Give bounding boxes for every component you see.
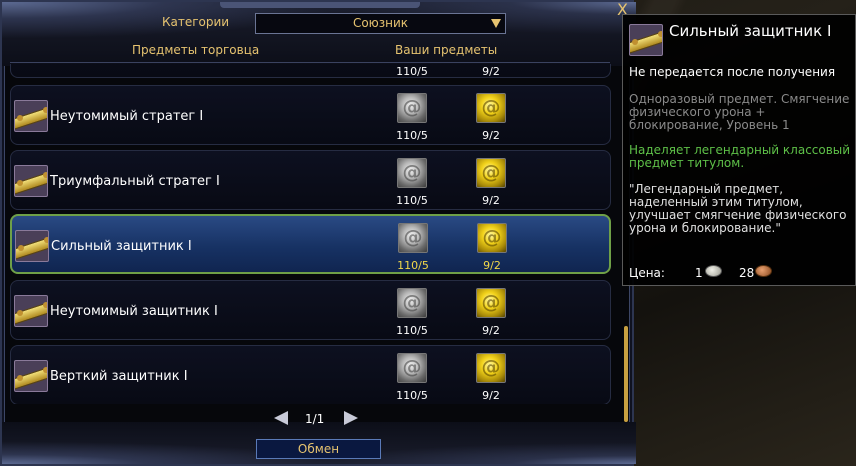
list-item[interactable]: Неутомимый стратег I 110/5 9/2 <box>10 85 611 145</box>
header-divider <box>10 62 610 63</box>
tooltip-title: Сильный защитник I <box>669 22 832 40</box>
next-page-arrow-icon[interactable] <box>344 411 358 425</box>
tooltip-flavor-text: "Легендарный предмет, наделенный этим ти… <box>629 182 847 235</box>
silver-cost-count: 110/5 <box>396 324 428 337</box>
list-item-selected[interactable]: Сильный защитник I 110/5 9/2 <box>10 214 611 274</box>
title-scroll-icon <box>14 100 48 132</box>
title-scroll-icon <box>15 230 49 262</box>
gold-cost-count: 9/2 <box>483 259 501 272</box>
item-name: Верткий защитник I <box>50 369 188 384</box>
silver-coin-icon <box>705 265 722 277</box>
window-frame-top <box>2 2 636 66</box>
gold-cost-count: 9/2 <box>482 65 500 78</box>
gold-cost-count: 9/2 <box>482 129 500 142</box>
item-name: Триумфальный стратег I <box>50 174 220 189</box>
list-item[interactable]: Верткий защитник I 110/5 9/2 <box>10 345 611 404</box>
gold-token-icon <box>476 288 506 318</box>
tooltip-binding: Не передается после получения <box>629 65 836 79</box>
silver-token-icon <box>397 288 427 318</box>
list-item-partial[interactable]: 110/5 9/2 <box>10 64 611 78</box>
dropdown-arrow-icon[interactable] <box>491 19 501 28</box>
price-label: Цена: <box>629 266 665 280</box>
silver-token-icon <box>397 158 427 188</box>
page-indicator: 1/1 <box>305 412 325 426</box>
silver-token-icon <box>397 353 427 383</box>
gold-cost-count: 9/2 <box>482 194 500 207</box>
scrollbar-thumb[interactable] <box>624 326 628 422</box>
gold-token-icon <box>476 93 506 123</box>
silver-token-icon <box>398 223 428 253</box>
category-dropdown[interactable]: Союзник <box>255 13 506 34</box>
window-drag-tab[interactable] <box>220 2 420 8</box>
vendor-window: X Категории Союзник Предметы торговца Ва… <box>0 0 636 466</box>
price-copper: 28 <box>739 266 755 280</box>
gold-cost-count: 9/2 <box>482 324 500 337</box>
silver-cost-count: 110/5 <box>396 194 428 207</box>
your-items-header: Ваши предметы <box>395 43 498 57</box>
title-scroll-icon <box>14 295 48 327</box>
item-name: Неутомимый стратег I <box>50 109 204 124</box>
silver-token-icon <box>397 93 427 123</box>
item-name: Сильный защитник I <box>51 239 192 254</box>
silver-cost-count: 110/5 <box>396 129 428 142</box>
tooltip-description: Одноразовый предмет. Смягчение физическо… <box>629 92 850 132</box>
gold-token-icon <box>476 158 506 188</box>
list-item[interactable]: Неутомимый защитник I 110/5 9/2 <box>10 280 611 340</box>
previous-page-arrow-icon[interactable] <box>274 411 288 425</box>
list-item[interactable]: Триумфальный стратег I 110/5 9/2 <box>10 150 611 210</box>
category-selected-value: Союзник <box>352 16 409 30</box>
category-label: Категории <box>162 15 230 29</box>
silver-cost-count: 110/5 <box>397 259 429 272</box>
exchange-button[interactable]: Обмен <box>256 439 381 459</box>
title-scroll-icon <box>14 165 48 197</box>
title-scroll-icon <box>14 360 48 392</box>
gold-token-icon <box>476 353 506 383</box>
title-scroll-icon <box>629 24 663 56</box>
tooltip-effect: Наделяет легендарный классовый предмет т… <box>629 143 851 170</box>
item-name: Неутомимый защитник I <box>50 304 218 319</box>
copper-coin-icon <box>755 265 772 277</box>
price-silver: 1 <box>695 266 703 280</box>
vendor-items-header: Предметы торговца <box>132 43 260 57</box>
gold-cost-count: 9/2 <box>482 389 500 402</box>
silver-cost-count: 110/5 <box>396 389 428 402</box>
vendor-item-list: 110/5 9/2 Неутомимый стратег I 110/5 9/2… <box>10 64 611 404</box>
item-tooltip: Сильный защитник I Не передается после п… <box>622 14 856 286</box>
silver-cost-count: 110/5 <box>396 65 428 78</box>
gold-token-icon <box>477 223 507 253</box>
